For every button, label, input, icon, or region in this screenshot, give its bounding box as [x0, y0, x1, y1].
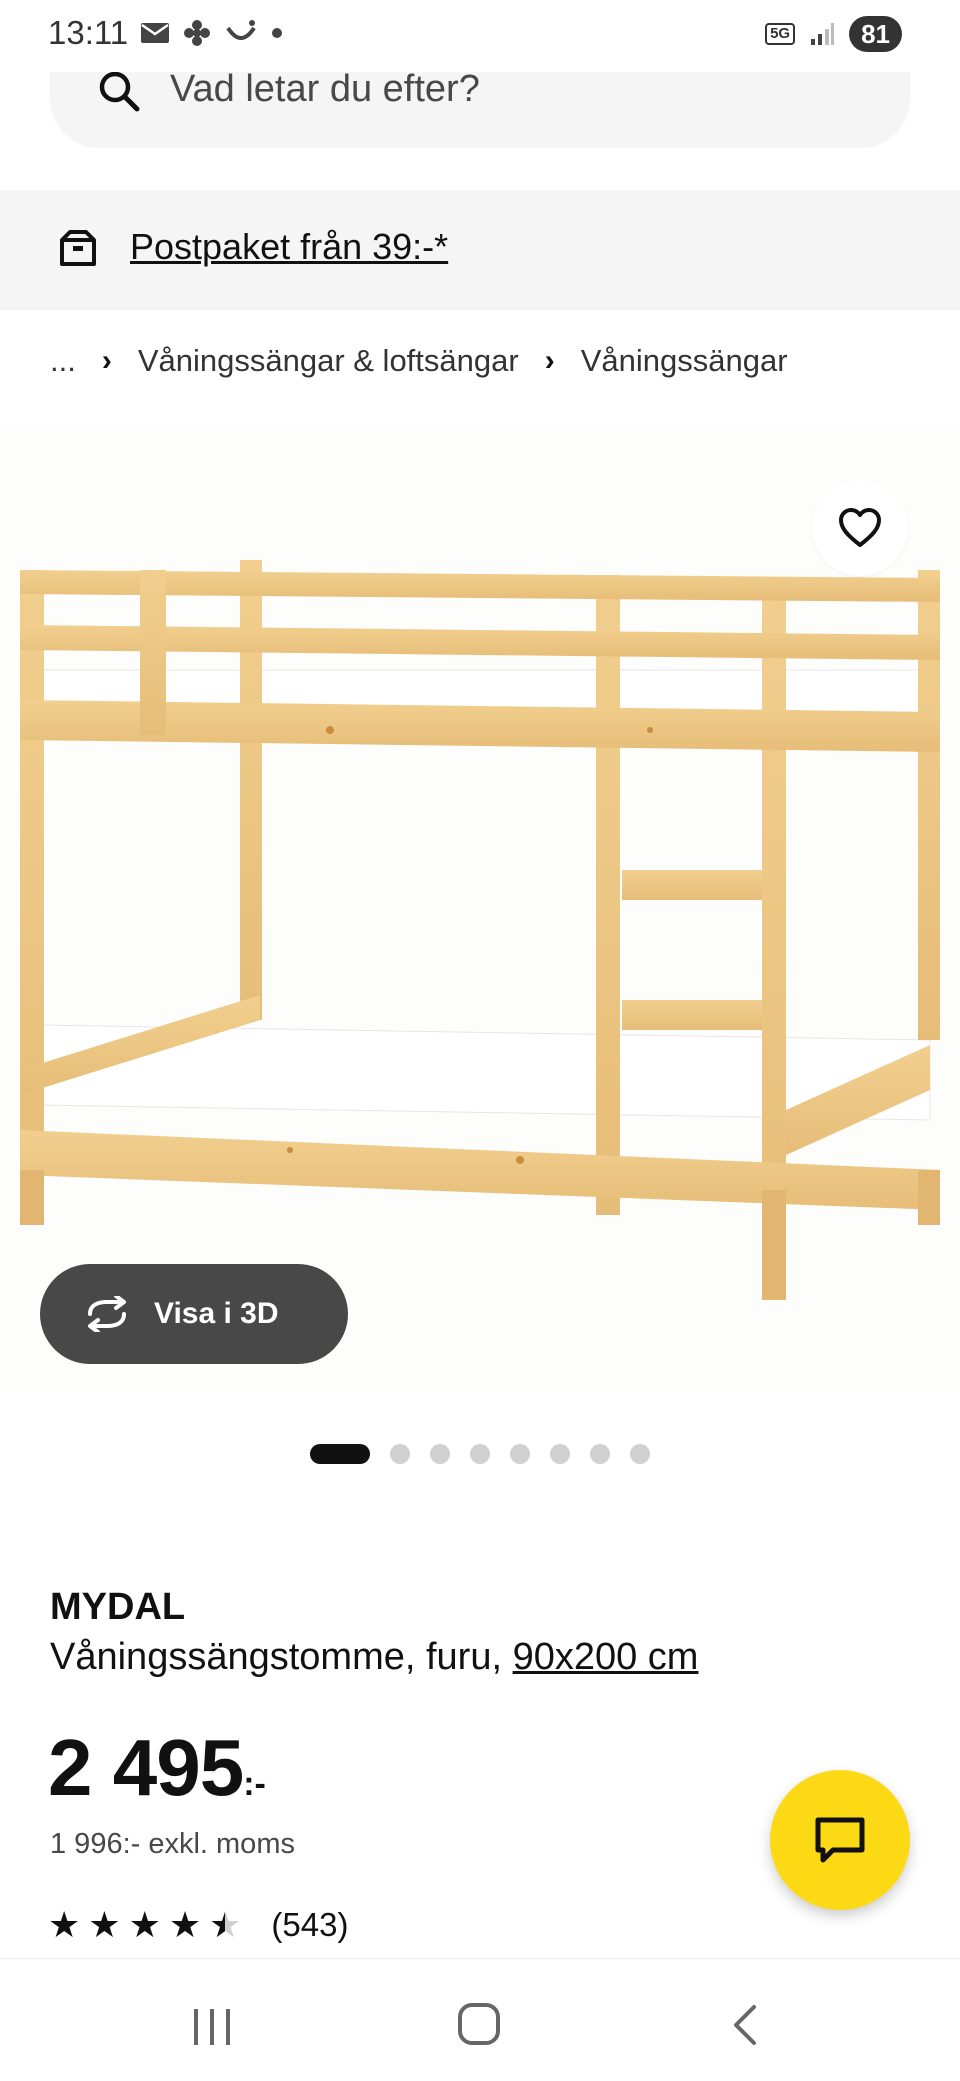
- rating-count[interactable]: (543): [271, 1906, 348, 1944]
- status-time: 13:11: [48, 14, 129, 51]
- carousel-dot[interactable]: [550, 1444, 570, 1464]
- search-placeholder: Vad letar du efter?: [170, 68, 480, 110]
- breadcrumb-ellipsis[interactable]: ...: [50, 343, 76, 379]
- star-full-icon: ★: [168, 1904, 202, 1945]
- carousel-dot[interactable]: [390, 1444, 410, 1464]
- star-full-icon: ★: [48, 1904, 81, 1945]
- search-icon: [99, 71, 140, 112]
- package-icon: [60, 230, 96, 266]
- system-icons: 5G 81: [765, 16, 902, 52]
- product-size-link[interactable]: 90x200 cm: [513, 1636, 699, 1678]
- network-badge: 5G: [765, 23, 796, 45]
- carousel-indicator: [310, 1444, 650, 1464]
- signal-icon: [811, 23, 835, 45]
- status-bar: 13:11 5G 81: [0, 0, 960, 72]
- carousel-dot[interactable]: [470, 1444, 490, 1464]
- star-full-icon: ★: [128, 1904, 161, 1945]
- shipping-banner[interactable]: Postpaket från 39:-*: [0, 190, 960, 310]
- carousel-dot[interactable]: [630, 1444, 650, 1464]
- product-description: Våningssängstomme, furu, 90x200 cm: [50, 1636, 698, 1679]
- smile-icon: [226, 20, 256, 40]
- product-image[interactable]: [0, 430, 960, 1390]
- chevron-right-icon: ›: [544, 344, 555, 377]
- rotate-3d-icon: [88, 1296, 126, 1332]
- carousel-dot[interactable]: [430, 1444, 450, 1464]
- view-in-3d-button[interactable]: Visa i 3D: [40, 1264, 348, 1364]
- view-in-3d-label: Visa i 3D: [154, 1297, 279, 1330]
- breadcrumb-item-bunk-beds[interactable]: Våningssängar: [581, 343, 788, 379]
- chat-bubble-icon: [815, 1817, 865, 1863]
- rating-stars[interactable]: ★ ★ ★ ★ ★★ (543): [48, 1906, 348, 1944]
- back-icon[interactable]: [730, 2003, 760, 2047]
- product-name: MYDAL: [50, 1586, 186, 1628]
- shipping-link[interactable]: Postpaket från 39:-*: [130, 226, 448, 268]
- chat-button[interactable]: [770, 1770, 910, 1910]
- carousel-dot[interactable]: [310, 1444, 370, 1464]
- mail-icon: [141, 23, 169, 43]
- chevron-right-icon: ›: [101, 344, 112, 377]
- battery-indicator: 81: [849, 16, 902, 52]
- dot-icon: [272, 28, 282, 38]
- product-price: 2 495:-: [48, 1722, 266, 1814]
- bunk-bed-illustration: [20, 560, 940, 1300]
- favorite-button[interactable]: [812, 480, 908, 576]
- notification-icons: [140, 18, 284, 48]
- star-half-icon: ★★: [209, 1904, 242, 1945]
- system-navigation-bar: [0, 1958, 960, 2081]
- carousel-dot[interactable]: [510, 1444, 530, 1464]
- flower-icon: [184, 20, 210, 46]
- home-icon[interactable]: [456, 2001, 502, 2047]
- price-amount: 2 495: [48, 1723, 244, 1812]
- breadcrumb: ... › Våningssängar & loftsängar › Vånin…: [50, 343, 788, 379]
- price-excl-vat: 1 996:- exkl. moms: [50, 1828, 295, 1860]
- price-suffix: :-: [243, 1765, 266, 1803]
- product-description-text: Våningssängstomme, furu,: [50, 1636, 513, 1678]
- carousel-dot[interactable]: [590, 1444, 610, 1464]
- breadcrumb-item-bunk-loft-beds[interactable]: Våningssängar & loftsängar: [138, 343, 519, 379]
- heart-icon: [839, 508, 881, 547]
- recent-apps-icon[interactable]: [190, 2007, 234, 2047]
- star-full-icon: ★: [88, 1904, 121, 1945]
